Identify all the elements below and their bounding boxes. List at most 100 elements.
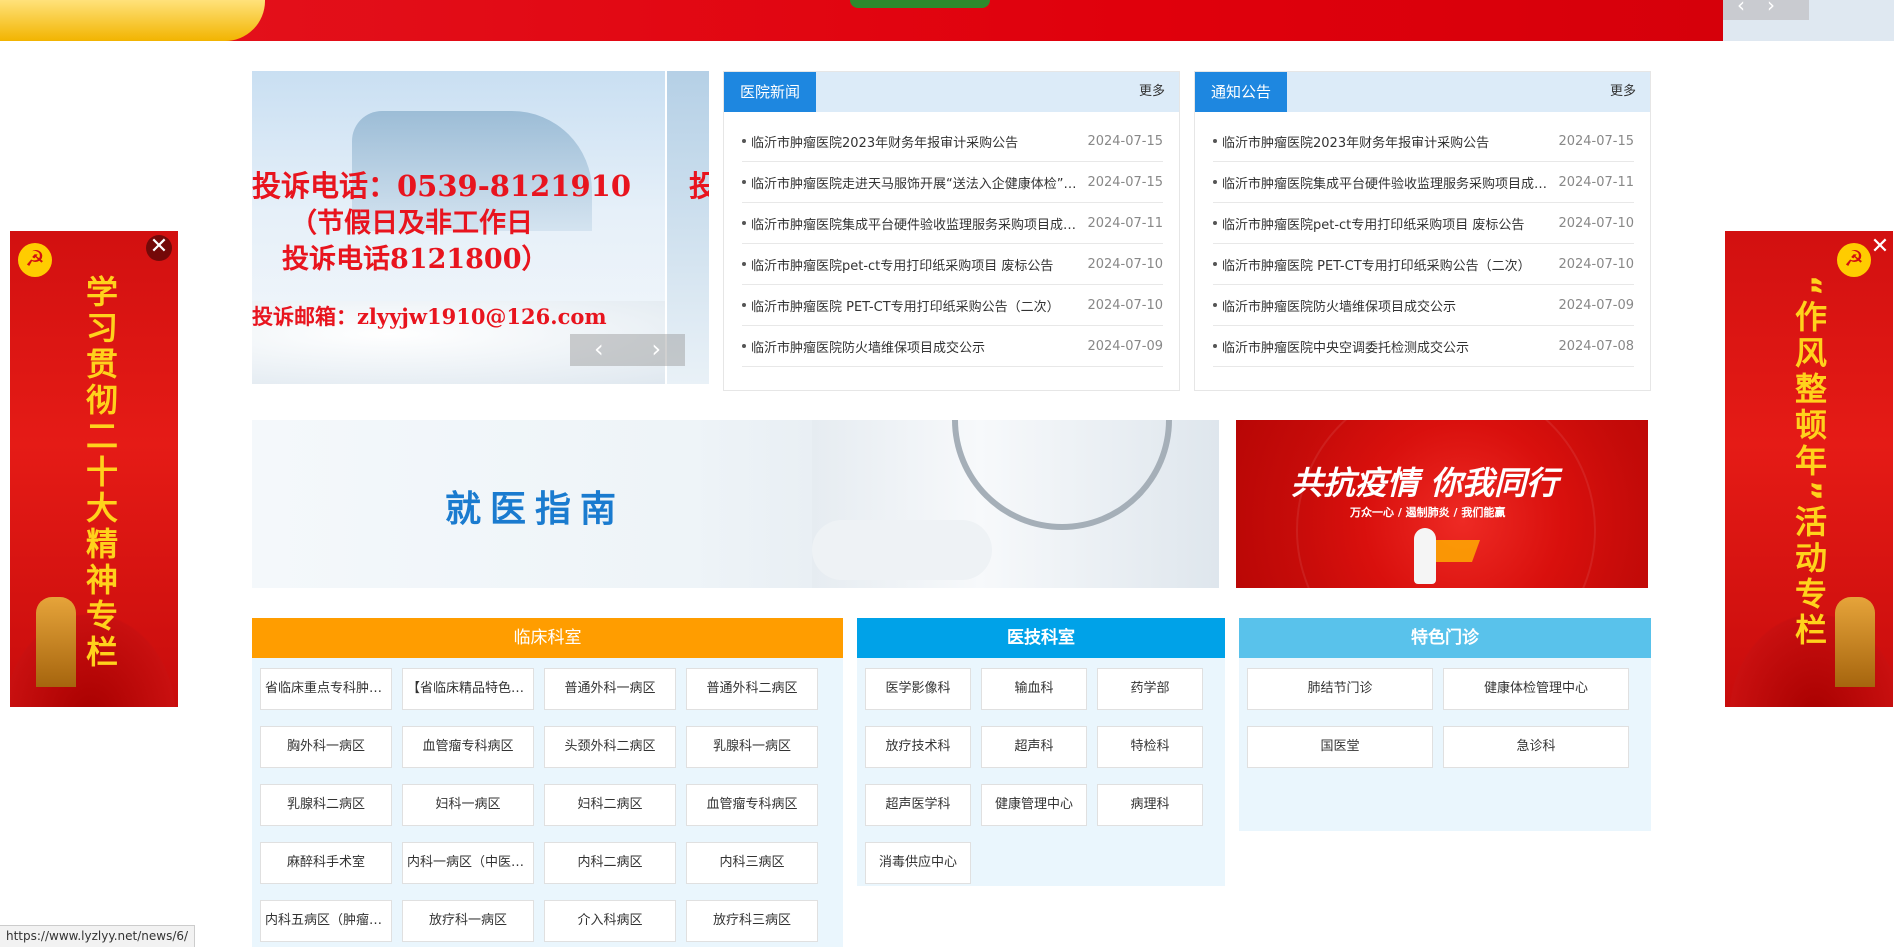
clinic-link[interactable]: 急诊科 [1443, 726, 1629, 768]
department-link[interactable]: 病理科 [1097, 784, 1203, 826]
top-banner[interactable]: ‹› [0, 0, 1894, 41]
hospital-news-panel: 医院新闻 更多 临沂市肿瘤医院2023年财务年报审计采购公告 2024-07-15… [723, 71, 1180, 391]
clinic-link[interactable]: 肺结节门诊 [1247, 668, 1433, 710]
notice-title[interactable]: 临沂市肿瘤医院防火墙维保项目成交公示 [1222, 296, 1558, 315]
department-link[interactable]: 消毒供应中心 [865, 842, 971, 884]
notice-item[interactable]: 临沂市肿瘤医院pet-ct专用打印纸采购项目 废标公告 2024-07-10 [1213, 203, 1634, 244]
bullet-icon [742, 139, 746, 143]
department-link[interactable]: 特检科 [1097, 726, 1203, 768]
tiananmen-decoration [36, 597, 76, 687]
department-link[interactable]: 普通外科一病区 [544, 668, 676, 710]
notice-item[interactable]: 临沂市肿瘤医院 PET-CT专用打印纸采购公告（二次） 2024-07-10 [1213, 244, 1634, 285]
department-link[interactable]: 健康管理中心 [981, 784, 1087, 826]
department-link[interactable]: 头颈外科二病区 [544, 726, 676, 768]
news-item[interactable]: 临沂市肿瘤医院2023年财务年报审计采购公告 2024-07-15 [742, 121, 1163, 162]
news-item[interactable]: 临沂市肿瘤医院走进天马服饰开展“送法入企健康体检”活动 2024-07-15 [742, 162, 1163, 203]
carousel-next-icon[interactable]: › [628, 334, 686, 366]
news-title[interactable]: 临沂市肿瘤医院防火墙维保项目成交公示 [751, 337, 1087, 356]
holiday-line: （节假日及非工作日 [290, 208, 533, 239]
notice-item[interactable]: 临沂市肿瘤医院2023年财务年报审计采购公告 2024-07-15 [1213, 121, 1634, 162]
news-more-link[interactable]: 更多 [1139, 72, 1165, 112]
news-list: 临沂市肿瘤医院2023年财务年报审计采购公告 2024-07-15 临沂市肿瘤医院… [724, 121, 1179, 367]
department-link[interactable]: 妇科一病区 [402, 784, 534, 826]
medtech-departments: 医技科室 医学影像科 输血科 药学部 放疗技术科 超声科 特检科 超声医学科 健… [857, 618, 1225, 886]
right-floating-ad[interactable]: ☭ “作风整顿年”活动专栏 ✕ [1725, 231, 1893, 707]
news-item[interactable]: 临沂市肿瘤医院防火墙维保项目成交公示 2024-07-09 [742, 326, 1163, 367]
department-link[interactable]: 内科五病区（肿瘤科） [260, 900, 392, 942]
department-link[interactable]: 普通外科二病区 [686, 668, 818, 710]
close-icon[interactable]: ✕ [146, 235, 172, 261]
department-link[interactable]: 放疗科一病区 [402, 900, 534, 942]
bullet-icon [742, 180, 746, 184]
department-link[interactable]: 输血科 [981, 668, 1087, 710]
bullet-icon [742, 221, 746, 225]
department-link[interactable]: 放疗技术科 [865, 726, 971, 768]
clinic-link[interactable]: 健康体检管理中心 [1443, 668, 1629, 710]
notice-date: 2024-07-10 [1558, 215, 1634, 231]
bullet-icon [1213, 303, 1217, 307]
hero-carousel[interactable]: 投诉电话：0539-8121910 （节假日及非工作日 投诉电话8121800）… [252, 71, 709, 384]
close-icon[interactable]: ✕ [1867, 235, 1893, 261]
notice-title[interactable]: 临沂市肿瘤医院中央空调委托检测成交公示 [1222, 337, 1558, 356]
banner-next-icon[interactable]: › [1767, 0, 1797, 17]
news-title[interactable]: 临沂市肿瘤医院2023年财务年报审计采购公告 [751, 132, 1087, 151]
notice-title[interactable]: 临沂市肿瘤医院pet-ct专用打印纸采购项目 废标公告 [1222, 214, 1558, 233]
department-link[interactable]: 血管瘤专科病区 [686, 784, 818, 826]
left-floating-ad[interactable]: ☭ 学习贯彻二十大精神专栏 ✕ [10, 231, 178, 707]
news-item[interactable]: 临沂市肿瘤医院pet-ct专用打印纸采购项目 废标公告 2024-07-10 [742, 244, 1163, 285]
notice-item[interactable]: 临沂市肿瘤医院集成平台硬件验收监理服务采购项目成交公示 2024-07-11 [1213, 162, 1634, 203]
right-ad-text: “作风整顿年”活动专栏 [1790, 275, 1828, 650]
department-link[interactable]: 内科三病区 [686, 842, 818, 884]
news-date: 2024-07-09 [1087, 338, 1163, 354]
notice-title[interactable]: 临沂市肿瘤医院集成平台硬件验收监理服务采购项目成交公示 [1222, 173, 1558, 192]
department-link[interactable]: 介入科病区 [544, 900, 676, 942]
department-link[interactable]: 麻醉科手术室 [260, 842, 392, 884]
department-link[interactable]: 药学部 [1097, 668, 1203, 710]
department-link[interactable]: 放疗科三病区 [686, 900, 818, 942]
medtech-departments-grid: 医学影像科 输血科 药学部 放疗技术科 超声科 特检科 超声医学科 健康管理中心… [857, 658, 1225, 894]
epidemic-banner[interactable]: 共抗疫情 你我同行 万众一心 / 遏制肺炎 / 我们能赢 [1236, 420, 1648, 588]
department-link[interactable]: 妇科二病区 [544, 784, 676, 826]
news-title[interactable]: 临沂市肿瘤医院集成平台硬件验收监理服务采购项目成交公示 [751, 214, 1087, 233]
epidemic-subslogan: 万众一心 / 遏制肺炎 / 我们能赢 [1350, 506, 1506, 519]
department-link[interactable]: 医学影像科 [865, 668, 971, 710]
special-clinics-title: 特色门诊 [1239, 618, 1651, 658]
news-item[interactable]: 临沂市肿瘤医院集成平台硬件验收监理服务采购项目成交公示 2024-07-11 [742, 203, 1163, 244]
notice-item[interactable]: 临沂市肿瘤医院防火墙维保项目成交公示 2024-07-09 [1213, 285, 1634, 326]
hospital-news-tab[interactable]: 医院新闻 [724, 72, 817, 112]
banner-prev-icon[interactable]: ‹ [1737, 0, 1767, 17]
news-item[interactable]: 临沂市肿瘤医院 PET-CT专用打印纸采购公告（二次） 2024-07-10 [742, 285, 1163, 326]
news-title[interactable]: 临沂市肿瘤医院 PET-CT专用打印纸采购公告（二次） [751, 296, 1087, 315]
department-link[interactable]: 内科一病区（中医科） [402, 842, 534, 884]
banner-arrows[interactable]: ‹› [1723, 0, 1809, 20]
notice-item[interactable]: 临沂市肿瘤医院中央空调委托检测成交公示 2024-07-08 [1213, 326, 1634, 367]
department-link[interactable]: 血管瘤专科病区 [402, 726, 534, 768]
department-link[interactable]: 省临床重点专科肿瘤内科 [260, 668, 392, 710]
notice-title[interactable]: 临沂市肿瘤医院 PET-CT专用打印纸采购公告（二次） [1222, 255, 1558, 274]
department-link[interactable]: 内科二病区 [544, 842, 676, 884]
medical-guide-title: 就医指南 [445, 489, 626, 530]
department-link[interactable]: 胸外科一病区 [260, 726, 392, 768]
bullet-icon [1213, 221, 1217, 225]
notices-tab[interactable]: 通知公告 [1195, 72, 1288, 112]
notice-date: 2024-07-11 [1558, 174, 1634, 190]
carousel-prev-icon[interactable]: ‹ [570, 334, 628, 366]
department-link[interactable]: 乳腺科一病区 [686, 726, 818, 768]
department-link[interactable]: 超声医学科 [865, 784, 971, 826]
notice-title[interactable]: 临沂市肿瘤医院2023年财务年报审计采购公告 [1222, 132, 1558, 151]
notices-more-link[interactable]: 更多 [1610, 72, 1636, 112]
news-title[interactable]: 临沂市肿瘤医院pet-ct专用打印纸采购项目 废标公告 [751, 255, 1087, 274]
department-link[interactable]: 超声科 [981, 726, 1087, 768]
news-title[interactable]: 临沂市肿瘤医院走进天马服饰开展“送法入企健康体检”活动 [751, 173, 1087, 192]
news-date: 2024-07-10 [1087, 297, 1163, 313]
notices-list: 临沂市肿瘤医院2023年财务年报审计采购公告 2024-07-15 临沂市肿瘤医院… [1195, 121, 1650, 367]
medical-guide-banner[interactable]: 就医指南 [252, 420, 1219, 588]
bullet-icon [1213, 344, 1217, 348]
special-clinics-grid: 肺结节门诊 健康体检管理中心 国医堂 急诊科 [1239, 658, 1651, 778]
department-link[interactable]: 【省临床精品特色专科】 [402, 668, 534, 710]
complaint-email-line: 投诉邮箱：zlyyjw1910@126.com [252, 304, 607, 329]
department-link[interactable]: 乳腺科二病区 [260, 784, 392, 826]
clinic-link[interactable]: 国医堂 [1247, 726, 1433, 768]
clinical-departments: 临床科室 省临床重点专科肿瘤内科 【省临床精品特色专科】 普通外科一病区 普通外… [252, 618, 843, 947]
hero-figure-image [1414, 528, 1436, 584]
